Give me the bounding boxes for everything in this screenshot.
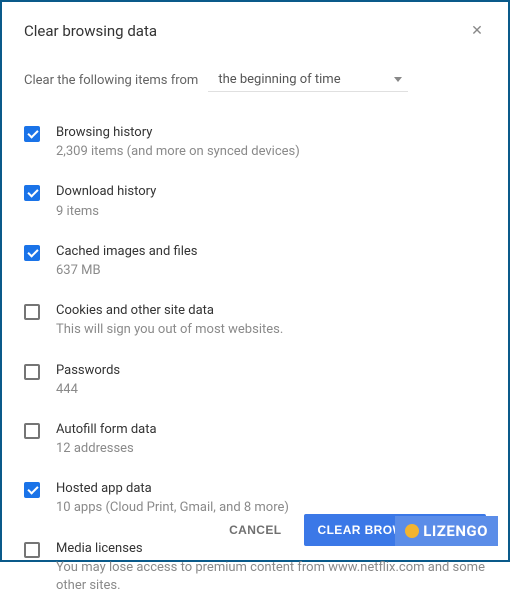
item-sublabel: 12 addresses bbox=[56, 440, 486, 458]
chevron-down-icon bbox=[394, 77, 402, 82]
item-label: Cached images and files bbox=[56, 243, 486, 261]
dialog-header: Clear browsing data ✕ bbox=[24, 22, 486, 40]
item-text: Browsing history2,309 items (and more on… bbox=[56, 124, 486, 161]
item-sublabel: You may lose access to premium content f… bbox=[56, 559, 486, 595]
item-text: Download history 9 items bbox=[56, 183, 486, 220]
item-label: Passwords bbox=[56, 362, 486, 380]
item-label: Download history bbox=[56, 183, 486, 201]
checkbox[interactable] bbox=[24, 245, 40, 261]
item-label: Autofill form data bbox=[56, 421, 486, 439]
item-label: Hosted app data bbox=[56, 480, 486, 498]
list-item: Autofill form data12 addresses bbox=[24, 411, 486, 470]
list-item: Passwords444 bbox=[24, 352, 486, 411]
item-sublabel: 2,309 items (and more on synced devices) bbox=[56, 143, 486, 161]
item-sublabel: 637 MB bbox=[56, 262, 486, 280]
item-text: Passwords444 bbox=[56, 362, 486, 399]
checkbox[interactable] bbox=[24, 364, 40, 380]
checkbox[interactable] bbox=[24, 423, 40, 439]
list-item: Download history 9 items bbox=[24, 173, 486, 232]
time-range-select[interactable]: the beginning of time bbox=[208, 68, 408, 92]
item-text: Cached images and files637 MB bbox=[56, 243, 486, 280]
item-sublabel: 444 bbox=[56, 381, 486, 399]
time-range-row: Clear the following items from the begin… bbox=[24, 68, 486, 92]
item-label: Browsing history bbox=[56, 124, 486, 142]
list-item: Cached images and files637 MB bbox=[24, 233, 486, 292]
item-text: Autofill form data12 addresses bbox=[56, 421, 486, 458]
time-range-label: Clear the following items from bbox=[24, 73, 198, 88]
close-icon[interactable]: ✕ bbox=[468, 22, 486, 40]
checkbox[interactable] bbox=[24, 482, 40, 498]
checkbox[interactable] bbox=[24, 185, 40, 201]
time-range-value: the beginning of time bbox=[218, 72, 340, 87]
dialog-actions: CANCEL CLEAR BROWSING DATA bbox=[2, 514, 508, 546]
item-label: Cookies and other site data bbox=[56, 302, 486, 320]
item-sublabel: 9 items bbox=[56, 203, 486, 221]
item-sublabel: This will sign you out of most websites. bbox=[56, 321, 486, 339]
item-text: Cookies and other site dataThis will sig… bbox=[56, 302, 486, 339]
list-item: Browsing history2,309 items (and more on… bbox=[24, 114, 486, 173]
dialog-title: Clear browsing data bbox=[24, 22, 157, 40]
list-item: Cookies and other site dataThis will sig… bbox=[24, 292, 486, 351]
cancel-button[interactable]: CANCEL bbox=[215, 514, 295, 546]
item-text: Hosted app data10 apps (Cloud Print, Gma… bbox=[56, 480, 486, 517]
item-text: Media licensesYou may lose access to pre… bbox=[56, 540, 486, 596]
checkbox[interactable] bbox=[24, 126, 40, 142]
checkbox[interactable] bbox=[24, 304, 40, 320]
clear-button[interactable]: CLEAR BROWSING DATA bbox=[304, 514, 486, 546]
